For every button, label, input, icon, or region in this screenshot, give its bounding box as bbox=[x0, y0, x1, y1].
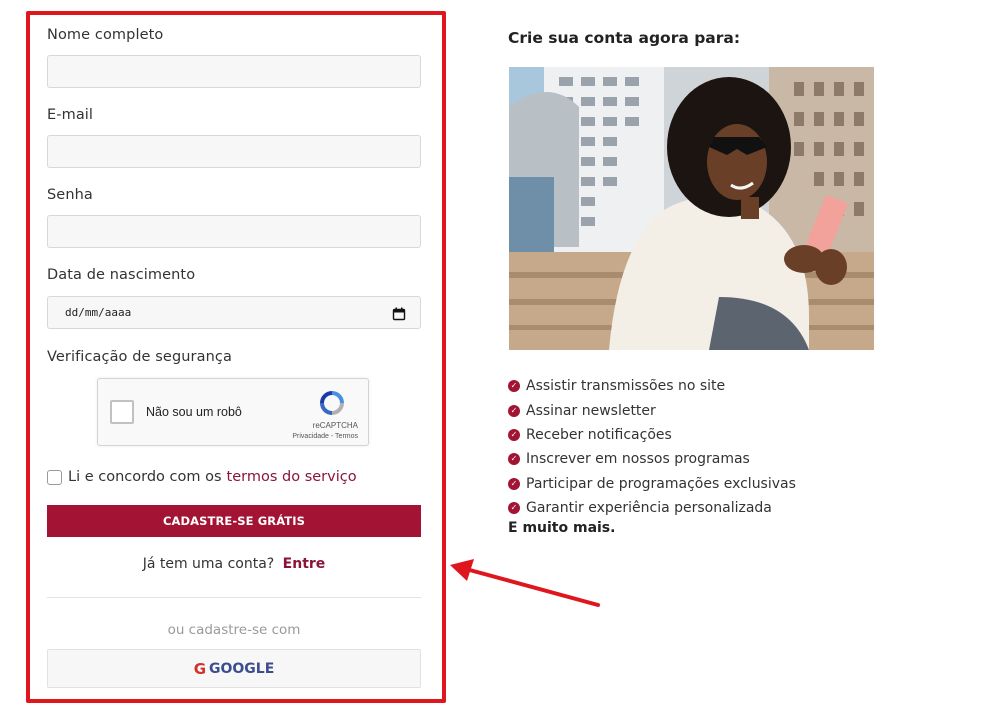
google-button-label: GOOGLE bbox=[209, 660, 275, 677]
terms-link[interactable]: termos do serviço bbox=[227, 469, 357, 485]
recaptcha-widget: Não sou um robô reCAPTCHA Privacidade - … bbox=[97, 378, 369, 446]
calendar-icon[interactable] bbox=[392, 306, 406, 320]
recaptcha-label: Não sou um robô bbox=[146, 405, 242, 419]
terms-checkbox[interactable] bbox=[47, 469, 62, 485]
recaptcha-logo-icon bbox=[320, 391, 344, 415]
benefit-label: Participar de programações exclusivas bbox=[526, 475, 796, 492]
name-label: Nome completo bbox=[47, 27, 164, 43]
benefit-label: Assinar newsletter bbox=[526, 402, 656, 419]
terms-row: Li e concordo com os termos do serviço bbox=[47, 467, 357, 487]
email-label: E-mail bbox=[47, 107, 94, 123]
check-circle-icon: ✓ bbox=[508, 380, 520, 393]
benefits-list: ✓ Assistir transmissões no site ✓ Assinar … bbox=[508, 374, 796, 520]
login-prompt: Já tem uma conta? bbox=[142, 556, 275, 572]
recaptcha-brand: reCAPTCHA bbox=[312, 421, 358, 430]
benefit-item: ✓ Assistir transmissões no site bbox=[508, 374, 796, 398]
email-input[interactable] bbox=[47, 135, 421, 168]
benefit-item: ✓ Inscrever em nossos programas bbox=[508, 447, 796, 471]
side-title: Crie sua conta agora para: bbox=[508, 29, 741, 47]
google-signup-button[interactable]: G GOOGLE bbox=[47, 649, 421, 688]
more-text: E muito mais. bbox=[508, 520, 616, 536]
check-circle-icon: ✓ bbox=[508, 428, 520, 441]
benefit-item: ✓ Participar de programações exclusivas bbox=[508, 472, 796, 496]
password-input[interactable] bbox=[47, 215, 421, 248]
benefit-label: Receber notificações bbox=[526, 426, 672, 443]
benefit-label: Assistir transmissões no site bbox=[526, 378, 726, 395]
name-input[interactable] bbox=[47, 55, 421, 88]
password-label: Senha bbox=[47, 187, 93, 203]
security-label: Verificação de segurança bbox=[47, 349, 232, 365]
check-circle-icon: ✓ bbox=[508, 502, 520, 515]
benefit-label: Inscrever em nossos programas bbox=[526, 451, 750, 468]
recaptcha-links[interactable]: Privacidade - Termos bbox=[292, 433, 358, 440]
benefit-item: ✓ Garantir experiência personalizada bbox=[508, 496, 796, 520]
check-circle-icon: ✓ bbox=[508, 477, 520, 490]
birthdate-input[interactable]: dd/mm/aaaa bbox=[47, 296, 421, 329]
birthdate-label: Data de nascimento bbox=[47, 267, 196, 283]
benefit-item: ✓ Assinar newsletter bbox=[508, 398, 796, 422]
login-link[interactable]: Entre bbox=[283, 556, 326, 572]
alt-signup-text: ou cadastre-se com bbox=[167, 622, 301, 638]
google-icon: G bbox=[193, 659, 207, 678]
check-circle-icon: ✓ bbox=[508, 453, 520, 466]
benefit-item: ✓ Receber notificações bbox=[508, 423, 796, 447]
signup-button[interactable]: CADASTRE-SE GRÁTIS bbox=[47, 505, 421, 537]
benefit-label: Garantir experiência personalizada bbox=[526, 500, 772, 517]
divider bbox=[47, 597, 421, 598]
login-row: Já tem uma conta? Entre bbox=[47, 556, 421, 572]
check-circle-icon: ✓ bbox=[508, 404, 520, 417]
birthdate-placeholder: dd/mm/aaaa bbox=[65, 306, 132, 319]
arrow-icon bbox=[450, 559, 600, 607]
recaptcha-checkbox[interactable] bbox=[110, 400, 134, 424]
hero-image bbox=[509, 67, 874, 350]
terms-text: Li e concordo com os bbox=[68, 469, 222, 485]
